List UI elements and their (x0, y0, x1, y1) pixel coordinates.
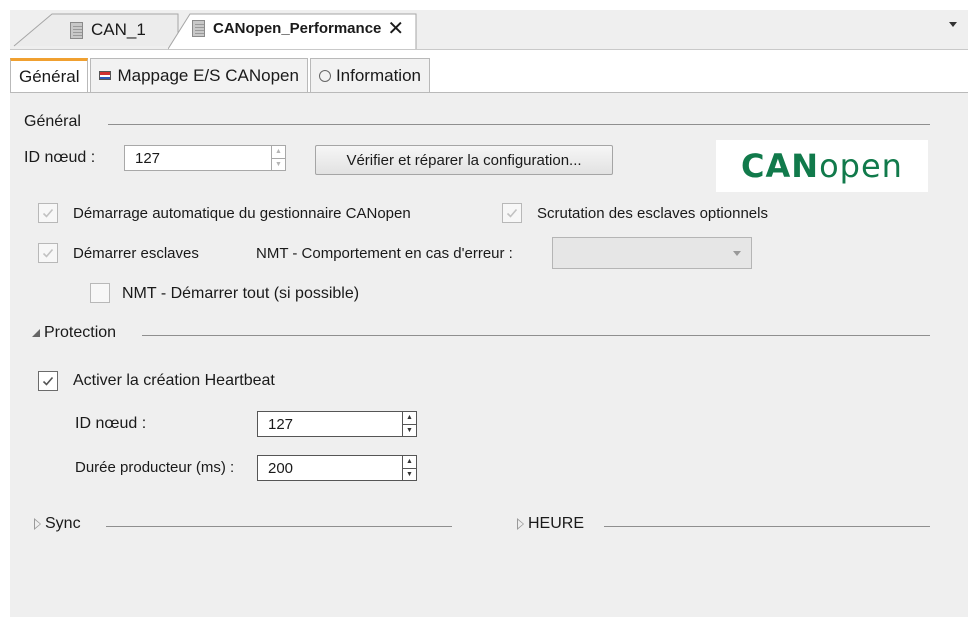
section-title-text: Protection (44, 324, 117, 341)
stepper-arrows[interactable]: ▲ ▼ (402, 412, 416, 436)
protection-node-id-value: 127 (268, 415, 294, 433)
expand-triangle-icon[interactable] (517, 518, 524, 530)
nmt-start-all-label: NMT - Démarrer tout (si possible) (122, 285, 360, 302)
section-title-text: Sync (45, 515, 81, 532)
doc-tab-label: CAN_1 (91, 20, 146, 39)
section-title-text: HEURE (528, 515, 585, 532)
stepper-arrows[interactable]: ▲ ▼ (402, 456, 416, 480)
divider (142, 335, 930, 336)
tab-io-mapping[interactable]: Mappage E/S CANopen (90, 58, 308, 92)
tab-label: Général (19, 67, 80, 86)
section-time-title[interactable]: HEURE (517, 515, 584, 533)
section-title-text: Général (24, 113, 81, 130)
doc-tab-label: CANopen_Performance (213, 20, 382, 37)
chevron-down-icon[interactable] (949, 22, 957, 27)
info-icon (318, 69, 331, 82)
stepper-arrows[interactable]: ▲ ▼ (271, 146, 285, 170)
heartbeat-checkbox[interactable] (38, 371, 58, 391)
heartbeat-label: Activer la création Heartbeat (73, 372, 275, 389)
mapping-icon (99, 71, 112, 80)
tab-label: Mappage E/S CANopen (117, 65, 299, 85)
expand-triangle-icon[interactable] (34, 518, 41, 530)
tab-general[interactable]: Général (10, 58, 89, 93)
node-id-value: 127 (135, 149, 161, 167)
file-icon (192, 20, 205, 37)
start-slaves-checkbox[interactable] (38, 243, 58, 263)
close-icon[interactable]: ✕ (387, 19, 404, 39)
start-slaves-label: Démarrer esclaves (73, 245, 199, 262)
arrow-up-icon[interactable]: ▲ (403, 456, 416, 468)
arrow-up-icon[interactable]: ▲ (272, 146, 285, 158)
doc-tab-canopen-performance[interactable]: CANopen_Performance ✕ (168, 12, 418, 50)
nmt-start-all-checkbox[interactable] (90, 283, 110, 303)
producer-time-value: 200 (268, 459, 294, 477)
auto-start-checkbox[interactable] (38, 203, 58, 223)
divider (108, 124, 930, 125)
node-id-stepper[interactable]: 127 ▲ ▼ (124, 145, 286, 171)
divider (106, 526, 452, 527)
general-panel: Général ID nœud : 127 ▲ ▼ Vérifier et ré… (10, 92, 968, 617)
collapse-triangle-icon[interactable] (32, 329, 40, 337)
arrow-down-icon[interactable]: ▼ (403, 423, 416, 437)
producer-time-label: Durée producteur (ms) : (75, 459, 235, 476)
verify-repair-button[interactable]: Vérifier et réparer la configuration... (315, 145, 613, 175)
chevron-down-icon (733, 251, 741, 256)
section-protection-title[interactable]: Protection (32, 324, 116, 342)
producer-time-stepper[interactable]: 200 ▲ ▼ (257, 455, 417, 481)
tab-information[interactable]: Information (309, 58, 430, 92)
canopen-logo: CAN open (716, 140, 928, 192)
section-sync-title[interactable]: Sync (34, 515, 81, 533)
logo-bold-text: CAN (741, 147, 820, 185)
doc-tab-can1[interactable]: CAN_1 (12, 12, 180, 47)
tab-label: Information (335, 65, 421, 85)
node-id-label: ID nœud : (24, 149, 96, 166)
protection-node-id-label: ID nœud : (75, 415, 147, 432)
document-tab-strip: CAN_1 CANopen_Performance ✕ (0, 0, 969, 50)
arrow-up-icon[interactable]: ▲ (403, 412, 416, 424)
auto-start-label: Démarrage automatique du gestionnaire CA… (73, 205, 411, 222)
divider (604, 526, 930, 527)
logo-light-text: open (819, 147, 903, 185)
poll-optional-label: Scrutation des esclaves optionnels (537, 205, 768, 222)
arrow-down-icon[interactable]: ▼ (403, 467, 416, 481)
nmt-error-select[interactable] (552, 237, 752, 269)
poll-optional-checkbox[interactable] (502, 203, 522, 223)
file-icon (70, 21, 83, 39)
arrow-down-icon[interactable]: ▼ (272, 157, 285, 171)
nmt-error-label: NMT - Comportement en cas d'erreur : (256, 245, 513, 262)
editor-tabs: Général Mappage E/S CANopen Information (10, 58, 432, 93)
section-general-title: Général (24, 113, 81, 131)
protection-node-id-stepper[interactable]: 127 ▲ ▼ (257, 411, 417, 437)
